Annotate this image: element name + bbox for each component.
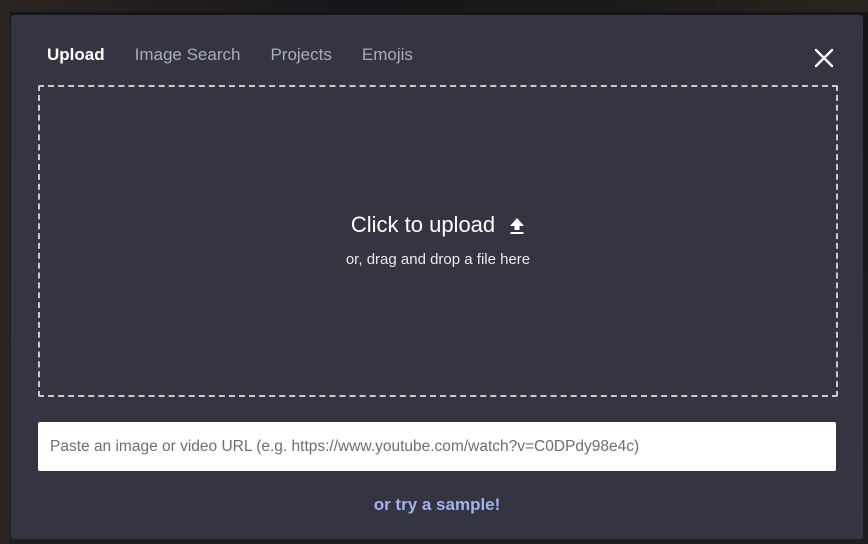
close-button[interactable] <box>811 45 837 71</box>
backdrop-strip-top <box>0 0 868 12</box>
url-input[interactable] <box>38 422 836 471</box>
tab-emojis[interactable]: Emojis <box>362 45 413 65</box>
tab-projects[interactable]: Projects <box>270 45 331 65</box>
tab-upload[interactable]: Upload <box>47 45 105 65</box>
dropzone-title: Click to upload <box>350 212 496 237</box>
dropzone-title-row: Click to upload <box>40 212 836 238</box>
close-icon <box>814 48 834 68</box>
dropzone-subtitle: or, drag and drop a file here <box>345 251 531 268</box>
upload-modal: Upload Image Search Projects Emojis Clic… <box>11 15 863 539</box>
tab-bar: Upload Image Search Projects Emojis <box>47 45 443 65</box>
backdrop-strip-left <box>0 0 10 544</box>
upload-dropzone[interactable]: Click to upload or, drag and drop a file… <box>38 85 838 397</box>
try-sample-link[interactable]: or try a sample! <box>11 495 863 515</box>
tab-image-search[interactable]: Image Search <box>135 45 241 65</box>
upload-arrow-icon <box>509 215 525 235</box>
